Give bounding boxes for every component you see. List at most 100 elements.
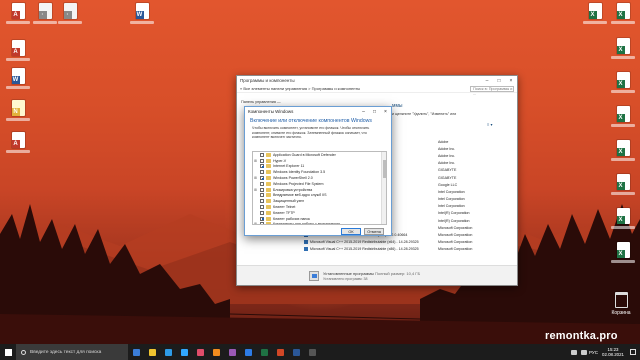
program-publisher: Adobe Inc. xyxy=(438,153,456,158)
feature-item[interactable]: ⊞ Компоненты для работы с мультимедиа xyxy=(253,222,386,225)
breadcrumb[interactable]: « Все элементы панели управления > Прогр… xyxy=(240,86,360,91)
program-publisher: Intel Corporation xyxy=(438,197,465,202)
close-icon[interactable]: × xyxy=(505,78,517,84)
desktop-icon-excel-5[interactable]: X xyxy=(608,106,638,140)
desktop-icon-excel-2[interactable]: X xyxy=(608,3,638,37)
maximize-button[interactable]: □ xyxy=(369,109,380,115)
feature-label: Internet Explorer 11 xyxy=(273,164,305,169)
feature-label: Компоненты для работы с мультимедиа xyxy=(273,222,340,225)
page-heading: ммы xyxy=(392,103,403,109)
tray-volume-icon[interactable] xyxy=(581,349,587,355)
minimize-button[interactable]: – xyxy=(481,78,493,84)
feature-checkbox[interactable] xyxy=(260,193,264,198)
desktop-icon-excel-8[interactable]: X xyxy=(608,208,638,242)
expand-icon[interactable]: ⊞ xyxy=(253,222,258,224)
clock[interactable]: 15:23 02.08.2021 xyxy=(602,347,624,357)
language-indicator[interactable]: РУС xyxy=(589,350,598,355)
app-icon xyxy=(132,348,140,356)
scrollbar-thumb[interactable] xyxy=(383,160,386,178)
taskbar-app-6[interactable] xyxy=(208,344,224,360)
taskbar-app-5[interactable] xyxy=(192,344,208,360)
start-button[interactable] xyxy=(0,344,16,360)
feature-checkbox[interactable] xyxy=(260,216,264,221)
status-count: Установлено программ: 38 xyxy=(323,276,368,281)
taskbar-search[interactable]: Введите здесь текст для поиска xyxy=(16,344,128,360)
feature-checkbox[interactable] xyxy=(260,152,264,157)
expand-icon[interactable]: ⊞ xyxy=(253,159,258,163)
feature-checkbox[interactable] xyxy=(260,199,264,204)
desktop-icon-pdf-2[interactable]: A xyxy=(3,132,33,166)
taskbar-app-1[interactable] xyxy=(128,344,144,360)
maximize-button[interactable]: □ xyxy=(493,78,505,84)
feature-checkbox[interactable] xyxy=(260,181,264,186)
taskbar-app-9[interactable] xyxy=(256,344,272,360)
status-bar: Установленные программы Полный размер: 1… xyxy=(237,265,517,285)
taskbar-search-placeholder: Введите здесь текст для поиска xyxy=(30,349,102,355)
feature-label: Windows Projected File System xyxy=(273,181,324,186)
side-link[interactable]: Панель управления — xyxy=(241,100,281,104)
feature-checkbox[interactable] xyxy=(260,158,264,163)
taskbar-app-12[interactable] xyxy=(304,344,320,360)
feature-checkbox[interactable] xyxy=(260,170,264,175)
desktop-icon-excel-1[interactable]: X xyxy=(580,3,610,37)
tree-scrollbar[interactable] xyxy=(381,152,386,224)
desktop-icon-excel-6[interactable]: X xyxy=(608,140,638,174)
dialog-description: Чтобы включить компонент, установите его… xyxy=(252,126,370,140)
desktop-icon-word[interactable]: W xyxy=(3,68,33,102)
feature-checkbox[interactable] xyxy=(260,222,264,224)
system-tray: РУС 15:23 02.08.2021 xyxy=(569,344,640,360)
dialog-titlebar[interactable]: Компоненты Windows – □ × xyxy=(245,107,391,116)
excel-icon: X xyxy=(616,72,630,88)
excel-icon: X xyxy=(616,242,630,258)
feature-label: Клиент TFTP xyxy=(273,210,295,215)
feature-checkbox[interactable] xyxy=(260,164,264,169)
desktop-icon-excel-3[interactable]: X xyxy=(608,38,638,72)
excel-icon: X xyxy=(616,38,630,54)
feature-label: Защищенный узел xyxy=(273,199,304,204)
taskbar-app-2[interactable] xyxy=(144,344,160,360)
feature-checkbox[interactable] xyxy=(260,176,264,181)
window-titlebar[interactable]: Программы и компоненты – □ × xyxy=(237,76,517,85)
tray-network-icon[interactable] xyxy=(571,349,577,355)
taskbar-app-8[interactable] xyxy=(240,344,256,360)
feature-checkbox[interactable] xyxy=(260,205,264,210)
excel-icon: X xyxy=(616,106,630,122)
folder-icon xyxy=(266,216,271,221)
notifications-icon[interactable] xyxy=(630,349,636,355)
recycle-bin-label: Корзина xyxy=(611,310,631,316)
desktop-icon-word-top[interactable]: W xyxy=(127,3,157,37)
table-row[interactable]: Microsoft Visual C++ 2015-2019 Redistrib… xyxy=(304,239,516,246)
desktop-icon-recycle-bin[interactable]: Корзина xyxy=(606,292,636,326)
feature-checkbox[interactable] xyxy=(260,210,264,215)
ok-button[interactable]: ОК xyxy=(341,228,361,235)
folder-icon xyxy=(266,158,271,163)
desktop-icon-excel-7[interactable]: X xyxy=(608,174,638,208)
desktop-icon-excel-4[interactable]: X xyxy=(608,72,638,106)
features-tree[interactable]: Application Guard в Microsoft Defender ⊞ H… xyxy=(252,151,387,225)
taskbar-app-4[interactable] xyxy=(176,344,192,360)
taskbar-app-10[interactable] xyxy=(272,344,288,360)
expand-icon[interactable]: ⊞ xyxy=(253,188,258,192)
word-icon: W xyxy=(135,3,149,19)
program-publisher: Intel(R) Corporation xyxy=(438,218,470,223)
view-options[interactable]: ≡ ▾ xyxy=(487,122,492,127)
expand-icon[interactable]: ⊞ xyxy=(253,176,258,180)
search-input[interactable]: Поиск в: Программы и ... xyxy=(470,85,514,96)
cancel-button[interactable]: Отмена xyxy=(364,228,384,235)
taskbar-app-3[interactable] xyxy=(160,344,176,360)
desktop-icon-excel-9[interactable]: X xyxy=(608,242,638,276)
feature-checkbox[interactable] xyxy=(260,187,264,192)
dialog-heading: Включение или отключение компонентов Win… xyxy=(250,118,373,124)
table-row[interactable]: Microsoft Visual C++ 2015-2019 Redistrib… xyxy=(304,246,516,253)
close-icon[interactable]: × xyxy=(380,109,391,115)
taskbar-apps xyxy=(128,344,320,360)
address-bar[interactable]: « Все элементы панели управления > Прогр… xyxy=(237,85,517,96)
desktop-icon-file-3[interactable]: A xyxy=(3,3,33,37)
windows-features-dialog[interactable]: Компоненты Windows – □ × Включение или о… xyxy=(244,106,392,236)
minimize-button[interactable]: – xyxy=(358,109,369,115)
taskbar-app-7[interactable] xyxy=(224,344,240,360)
app-icon xyxy=(308,348,316,356)
desktop-icon-note[interactable]: N xyxy=(3,100,33,134)
desktop-icon-file-2[interactable]: · xyxy=(55,3,85,37)
taskbar-app-11[interactable] xyxy=(288,344,304,360)
